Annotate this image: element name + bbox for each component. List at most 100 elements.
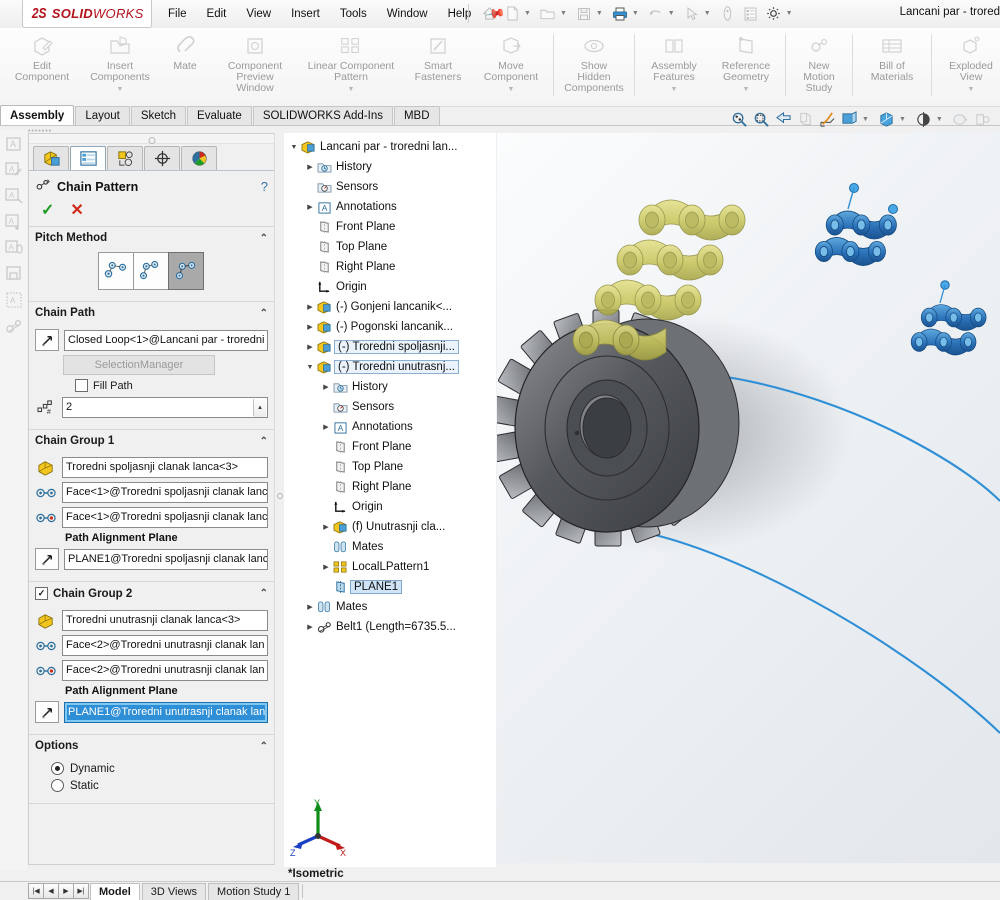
chain-group-2-header[interactable]: ✓ Chain Group 2 ⌃ (29, 582, 274, 604)
ribbon-mate[interactable]: Mate (158, 28, 212, 106)
tab-evaluate[interactable]: Evaluate (187, 106, 252, 126)
bottom-tab-3d-views[interactable]: 3D Views (141, 882, 207, 900)
group1-mate-face-1-input[interactable]: Face<1>@Troredni spoljasnji clanak lanc (62, 482, 268, 503)
open-dropdown-caret[interactable]: ▼ (560, 10, 567, 17)
measure-icon[interactable] (717, 3, 739, 25)
chevron-up-icon[interactable]: ⌃ (260, 233, 268, 244)
chevron-down-icon[interactable]: ▼ (288, 144, 300, 151)
ok-cancel-row[interactable]: ✓ ✕ (29, 198, 274, 227)
tree-item-f-unutrasnji-cla[interactable]: ▶ (f) Unutrasnji cla... (284, 517, 496, 537)
chain-pitch-path-option[interactable] (168, 252, 204, 290)
spinner-up[interactable]: ▲ (254, 399, 266, 417)
group2-component-input[interactable]: Troredni unutrasnji clanak lanca<3> (62, 610, 268, 631)
chevron-right-icon[interactable]: ▶ (304, 623, 316, 631)
nav-prev-button[interactable]: ◀ (43, 883, 59, 899)
menu-item-window[interactable]: Window (377, 3, 438, 25)
annotation-edit-icon[interactable]: A (3, 158, 25, 182)
configuration-manager-tab[interactable] (107, 146, 143, 170)
linear-component-pattern-dropdown-caret[interactable]: ▼ (348, 84, 355, 95)
ribbon-smart-fasteners[interactable]: Smart Fasteners (404, 28, 472, 106)
group1-path-alignment-input[interactable]: PLANE1@Troredni spoljasnji clanak lanca (64, 548, 268, 570)
nav-first-button[interactable]: |◀ (28, 883, 44, 899)
panel-drag-handle[interactable] (29, 134, 274, 144)
tree-item-origin[interactable]: Origin (284, 277, 496, 297)
zoom-to-area-icon[interactable] (752, 110, 771, 129)
tree-item-right-plane[interactable]: Right Plane (284, 257, 496, 277)
display-style-icon[interactable] (840, 110, 859, 129)
tab-solidworks-add-ins[interactable]: SOLIDWORKS Add-Ins (252, 106, 393, 126)
group1-mate-face-2-input[interactable]: Face<1>@Troredni spoljasnji clanak lanc (62, 507, 268, 528)
manager-tab-strip[interactable] (29, 144, 274, 171)
options-header[interactable]: Options ⌃ (29, 735, 274, 756)
new-document-icon[interactable] (501, 3, 523, 25)
tab-mbd[interactable]: MBD (393, 106, 440, 126)
select-cursor-icon[interactable] (681, 3, 703, 25)
ribbon-linear-component-pattern[interactable]: Linear Component Pattern ▼ (298, 28, 404, 106)
tree-item-history[interactable]: ▶ History (284, 377, 496, 397)
save-icon[interactable] (573, 3, 595, 25)
undo-icon[interactable] (645, 3, 667, 25)
chevron-right-icon[interactable]: ▶ (304, 303, 316, 311)
ribbon-exploded-view[interactable]: Exploded View ▼ (935, 28, 1000, 106)
menu-item-insert[interactable]: Insert (281, 3, 330, 25)
cancel-button[interactable]: ✕ (70, 200, 83, 220)
zoom-to-fit-icon[interactable] (730, 110, 749, 129)
annotation-add-icon[interactable]: A (3, 210, 25, 234)
quick-access-toolbar[interactable]: ▼ ▼ ▼ ▼ ▼ ▼ ▼ (478, 0, 798, 27)
help-question-icon[interactable]: ? (261, 179, 268, 194)
chain-group-2-checkbox[interactable]: ✓ (35, 587, 48, 600)
annotation-note-icon[interactable]: A (3, 132, 25, 156)
chevron-up-icon[interactable]: ⌃ (260, 741, 268, 752)
move-component-dropdown-caret[interactable]: ▼ (508, 84, 515, 95)
ribbon-component-preview-window[interactable]: Component Preview Window (212, 28, 298, 106)
tree-item-top-plane[interactable]: Top Plane (284, 237, 496, 257)
chevron-right-icon[interactable]: ▶ (320, 523, 332, 531)
group2-path-alignment-input[interactable]: PLANE1@Troredni unutrasnji clanak lanca (64, 701, 268, 723)
display-manager-tab[interactable] (181, 146, 217, 170)
menu-item-view[interactable]: View (236, 3, 281, 25)
chevron-right-icon[interactable]: ▶ (320, 563, 332, 571)
belt-chain-icon[interactable] (3, 314, 25, 338)
chevron-right-icon[interactable]: ▶ (304, 323, 316, 331)
tree-item-origin[interactable]: Origin (284, 497, 496, 517)
path-alignment-select-icon[interactable] (35, 701, 59, 723)
chevron-down-icon[interactable]: ▼ (304, 364, 316, 371)
print-dropdown-caret[interactable]: ▼ (632, 10, 639, 17)
tree-item-annotations[interactable]: ▶ A Annotations (284, 197, 496, 217)
assembly-features-dropdown-caret[interactable]: ▼ (671, 84, 678, 95)
chain-path-header[interactable]: Chain Path ⌃ (29, 302, 274, 323)
group2-mate-face-2-input[interactable]: Face<2>@Troredni unutrasnji clanak lan (62, 660, 268, 681)
tree-item-lancani-par-troredni-lan[interactable]: ▼ Lancani par - troredni lan... (284, 137, 496, 157)
dimxpert-manager-tab[interactable] (144, 146, 180, 170)
tab-assembly[interactable]: Assembly (0, 105, 75, 126)
tree-item-troredni-spoljasnji[interactable]: ▶ (-) Troredni spoljasnji... (284, 337, 496, 357)
menu-item-edit[interactable]: Edit (197, 3, 237, 25)
tree-item-plane1[interactable]: PLANE1 (284, 577, 496, 597)
annotation-area-hatch-icon[interactable]: A (3, 288, 25, 312)
instance-count-spinner[interactable]: ▲▼ (253, 399, 266, 417)
view-settings-icon[interactable] (951, 110, 970, 129)
tab-layout[interactable]: Layout (75, 106, 130, 126)
feature-manager-tab[interactable] (33, 146, 69, 170)
reference-geometry-dropdown-caret[interactable]: ▼ (743, 84, 750, 95)
ribbon-assembly-features[interactable]: Assembly Features ▼ (638, 28, 710, 106)
pitch-method-header[interactable]: Pitch Method ⌃ (29, 227, 274, 248)
tree-item-pogonski-lancanik[interactable]: ▶ (-) Pogonski lancanik... (284, 317, 496, 337)
annotation-leader-icon[interactable]: A (3, 184, 25, 208)
bottom-tab-model[interactable]: Model (90, 882, 140, 900)
insert-components-dropdown-caret[interactable]: ▼ (117, 84, 124, 95)
chain-group-1-header[interactable]: Chain Group 1 ⌃ (29, 430, 274, 451)
pitch-method-options[interactable] (35, 252, 268, 290)
home-icon[interactable] (478, 3, 500, 25)
undo-dropdown-caret[interactable]: ▼ (668, 10, 675, 17)
ribbon-new-motion-study[interactable]: New Motion Study (789, 28, 849, 106)
chevron-right-icon[interactable]: ▶ (304, 603, 316, 611)
group2-mate-face-1-input[interactable]: Face<2>@Troredni unutrasnji clanak lan (62, 635, 268, 656)
menu-bar[interactable]: File Edit View Insert Tools Window Help … (158, 0, 507, 27)
hide-show-dropdown-caret[interactable]: ▼ (899, 116, 906, 123)
option-static-row[interactable]: Static (51, 779, 268, 792)
chevron-right-icon[interactable]: ▶ (304, 203, 316, 211)
tree-item-belt1-length-6735-5[interactable]: ▶ Belt1 (Length=6735.5... (284, 617, 496, 637)
tree-item-right-plane[interactable]: Right Plane (284, 477, 496, 497)
tree-item-locallpattern1[interactable]: ▶ LocalLPattern1 (284, 557, 496, 577)
